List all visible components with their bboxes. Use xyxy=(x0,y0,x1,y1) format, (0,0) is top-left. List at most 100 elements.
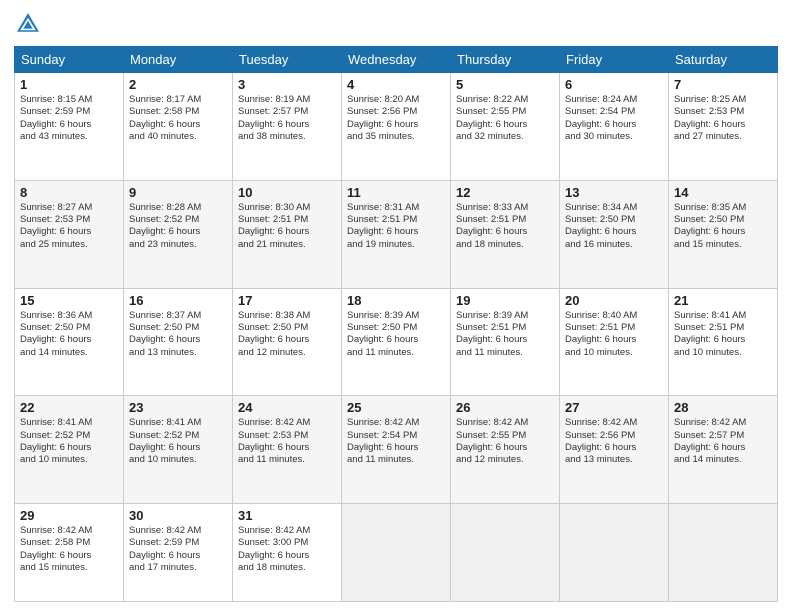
cell-line: Sunset: 2:51 PM xyxy=(674,322,772,334)
calendar-cell: 27Sunrise: 8:42 AMSunset: 2:56 PMDayligh… xyxy=(560,396,669,504)
calendar-cell: 20 Sunrise: 8:40 AMSunset: 2:51 PMDayligh… xyxy=(560,288,669,396)
day-number: 22 xyxy=(20,400,118,415)
cell-line: Daylight: 6 hours xyxy=(129,334,227,346)
cell-line: Sunrise: 8:33 AM xyxy=(456,202,554,214)
cell-line: Sunrise: 8:41 AM xyxy=(674,310,772,322)
calendar-cell: 18Sunrise: 8:39 AMSunset: 2:50 PMDayligh… xyxy=(342,288,451,396)
cell-line: Sunset: 3:00 PM xyxy=(238,537,336,549)
cell-line: Sunrise: 8:42 AM xyxy=(456,417,554,429)
cell-line: Daylight: 6 hours xyxy=(238,119,336,131)
calendar-week-0: 1Sunrise: 8:15 AMSunset: 2:59 PMDaylight… xyxy=(15,73,778,181)
cell-line: and 17 minutes. xyxy=(129,562,227,574)
cell-line: and 13 minutes. xyxy=(129,347,227,359)
cell-line: Sunrise: 8:35 AM xyxy=(674,202,772,214)
cell-line: Daylight: 6 hours xyxy=(456,119,554,131)
cell-line: Sunrise: 8:40 AM xyxy=(565,310,663,322)
cell-line: Sunrise: 8:38 AM xyxy=(238,310,336,322)
calendar-body: 1Sunrise: 8:15 AMSunset: 2:59 PMDaylight… xyxy=(15,73,778,602)
calendar-cell: 1Sunrise: 8:15 AMSunset: 2:59 PMDaylight… xyxy=(15,73,124,181)
cell-line: and 11 minutes. xyxy=(347,454,445,466)
calendar-cell: 19Sunrise: 8:39 AMSunset: 2:51 PMDayligh… xyxy=(451,288,560,396)
cell-line: Sunrise: 8:42 AM xyxy=(129,525,227,537)
day-number: 8 xyxy=(20,185,118,200)
cell-line: Daylight: 6 hours xyxy=(674,226,772,238)
cell-line: Sunset: 2:51 PM xyxy=(456,322,554,334)
cell-line: Sunset: 2:59 PM xyxy=(129,537,227,549)
cell-line: and 35 minutes. xyxy=(347,131,445,143)
cell-line: Sunrise: 8:17 AM xyxy=(129,94,227,106)
calendar-header-row: SundayMondayTuesdayWednesdayThursdayFrid… xyxy=(15,47,778,73)
cell-line: Daylight: 6 hours xyxy=(565,334,663,346)
page: SundayMondayTuesdayWednesdayThursdayFrid… xyxy=(0,0,792,612)
cell-line: Sunrise: 8:19 AM xyxy=(238,94,336,106)
calendar-cell: 4Sunrise: 8:20 AMSunset: 2:56 PMDaylight… xyxy=(342,73,451,181)
cell-line: and 15 minutes. xyxy=(674,239,772,251)
calendar-cell: 5Sunrise: 8:22 AMSunset: 2:55 PMDaylight… xyxy=(451,73,560,181)
cell-line: Daylight: 6 hours xyxy=(456,226,554,238)
calendar-cell: 13Sunrise: 8:34 AMSunset: 2:50 PMDayligh… xyxy=(560,180,669,288)
cell-line: Sunset: 2:53 PM xyxy=(20,214,118,226)
cell-line: Sunrise: 8:41 AM xyxy=(129,417,227,429)
calendar-cell: 29Sunrise: 8:42 AMSunset: 2:58 PMDayligh… xyxy=(15,504,124,602)
cell-line: Sunset: 2:54 PM xyxy=(565,106,663,118)
cell-line: Sunrise: 8:42 AM xyxy=(20,525,118,537)
cell-line: Daylight: 6 hours xyxy=(456,442,554,454)
cell-line: and 10 minutes. xyxy=(565,347,663,359)
cell-line: Daylight: 6 hours xyxy=(20,550,118,562)
calendar-cell xyxy=(342,504,451,602)
cell-line: and 18 minutes. xyxy=(456,239,554,251)
calendar-cell: 11Sunrise: 8:31 AMSunset: 2:51 PMDayligh… xyxy=(342,180,451,288)
day-number: 1 xyxy=(20,77,118,92)
cell-line: Sunset: 2:53 PM xyxy=(238,430,336,442)
day-number: 26 xyxy=(456,400,554,415)
cell-line: and 40 minutes. xyxy=(129,131,227,143)
cell-line: Sunset: 2:52 PM xyxy=(129,430,227,442)
calendar-header-monday: Monday xyxy=(124,47,233,73)
cell-line: Sunset: 2:57 PM xyxy=(674,430,772,442)
day-number: 5 xyxy=(456,77,554,92)
day-number: 21 xyxy=(674,293,772,308)
day-number: 24 xyxy=(238,400,336,415)
calendar-week-2: 15Sunrise: 8:36 AMSunset: 2:50 PMDayligh… xyxy=(15,288,778,396)
cell-line: and 21 minutes. xyxy=(238,239,336,251)
cell-line: Sunrise: 8:39 AM xyxy=(456,310,554,322)
cell-line: Sunset: 2:58 PM xyxy=(129,106,227,118)
calendar-header-thursday: Thursday xyxy=(451,47,560,73)
cell-line: Sunset: 2:51 PM xyxy=(565,322,663,334)
cell-line: and 12 minutes. xyxy=(456,454,554,466)
day-number: 20 xyxy=(565,293,663,308)
calendar-cell: 22Sunrise: 8:41 AMSunset: 2:52 PMDayligh… xyxy=(15,396,124,504)
cell-line: Sunrise: 8:39 AM xyxy=(347,310,445,322)
cell-line: Sunrise: 8:37 AM xyxy=(129,310,227,322)
calendar-header-wednesday: Wednesday xyxy=(342,47,451,73)
cell-line: Sunrise: 8:28 AM xyxy=(129,202,227,214)
day-number: 6 xyxy=(565,77,663,92)
day-number: 19 xyxy=(456,293,554,308)
cell-line: Sunrise: 8:20 AM xyxy=(347,94,445,106)
cell-line: Daylight: 6 hours xyxy=(238,226,336,238)
calendar-cell: 28Sunrise: 8:42 AMSunset: 2:57 PMDayligh… xyxy=(669,396,778,504)
cell-line: Sunrise: 8:42 AM xyxy=(238,417,336,429)
cell-line: and 19 minutes. xyxy=(347,239,445,251)
cell-line: Sunrise: 8:34 AM xyxy=(565,202,663,214)
cell-line: Sunrise: 8:36 AM xyxy=(20,310,118,322)
cell-line: Sunset: 2:51 PM xyxy=(347,214,445,226)
cell-line: and 38 minutes. xyxy=(238,131,336,143)
logo-icon xyxy=(14,10,42,38)
cell-line: Sunset: 2:50 PM xyxy=(565,214,663,226)
cell-line: and 12 minutes. xyxy=(238,347,336,359)
cell-line: Sunrise: 8:41 AM xyxy=(20,417,118,429)
cell-line: Sunset: 2:56 PM xyxy=(565,430,663,442)
calendar-cell: 16Sunrise: 8:37 AMSunset: 2:50 PMDayligh… xyxy=(124,288,233,396)
calendar-cell: 15Sunrise: 8:36 AMSunset: 2:50 PMDayligh… xyxy=(15,288,124,396)
calendar-cell: 31Sunrise: 8:42 AMSunset: 3:00 PMDayligh… xyxy=(233,504,342,602)
calendar-cell xyxy=(669,504,778,602)
cell-line: and 10 minutes. xyxy=(20,454,118,466)
cell-line: Sunrise: 8:30 AM xyxy=(238,202,336,214)
cell-line: and 25 minutes. xyxy=(20,239,118,251)
day-number: 31 xyxy=(238,508,336,523)
cell-line: and 11 minutes. xyxy=(238,454,336,466)
cell-line: Daylight: 6 hours xyxy=(20,119,118,131)
day-number: 15 xyxy=(20,293,118,308)
cell-line: Sunrise: 8:42 AM xyxy=(674,417,772,429)
